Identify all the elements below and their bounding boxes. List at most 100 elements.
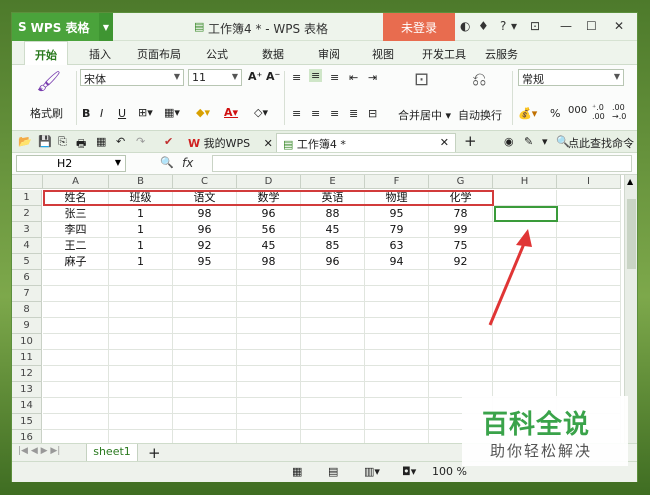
- align-center-icon[interactable]: ≡: [311, 107, 320, 120]
- cell-i2[interactable]: [557, 206, 621, 222]
- close-icon[interactable]: ✕: [264, 137, 273, 150]
- cell-d14[interactable]: [237, 398, 301, 414]
- zoom-level[interactable]: 100 %: [432, 465, 467, 478]
- italic-icon[interactable]: I: [100, 107, 103, 120]
- reading-mode-icon[interactable]: ◘▾: [402, 465, 416, 478]
- cell-f11[interactable]: [365, 350, 429, 366]
- cell-a15[interactable]: [43, 414, 109, 430]
- cell-i11[interactable]: [557, 350, 621, 366]
- cell-f2[interactable]: 95: [365, 206, 429, 222]
- print-icon[interactable]: 🖶: [76, 135, 86, 154]
- tab-cloud[interactable]: 云服务: [485, 46, 518, 62]
- distribute-icon[interactable]: ⊟: [368, 107, 377, 120]
- skin-icon[interactable]: ◐: [460, 19, 470, 33]
- column-header-e[interactable]: E: [301, 175, 365, 189]
- chevron-down-icon[interactable]: ▾: [511, 19, 517, 33]
- cell-d7[interactable]: [237, 286, 301, 302]
- increase-decimal-icon[interactable]: ⁺.0.00: [592, 103, 605, 121]
- cell-b9[interactable]: [109, 318, 173, 334]
- tab-review[interactable]: 审阅: [318, 46, 340, 62]
- selected-cell-h2[interactable]: [494, 206, 558, 222]
- help-icon[interactable]: ?: [500, 19, 506, 33]
- increase-font-icon[interactable]: A⁺: [248, 70, 262, 83]
- cell-e2[interactable]: 88: [301, 206, 365, 222]
- tab-workbook[interactable]: ▤ 工作簿4 * ✕: [276, 133, 456, 152]
- page-layout-icon[interactable]: ▤: [328, 465, 338, 478]
- cell-d13[interactable]: [237, 382, 301, 398]
- cell-f16[interactable]: [365, 430, 429, 443]
- cell-b16[interactable]: [109, 430, 173, 443]
- cell-e11[interactable]: [301, 350, 365, 366]
- cell-d9[interactable]: [237, 318, 301, 334]
- cell-f8[interactable]: [365, 302, 429, 318]
- app-menu-button[interactable]: S WPS 表格 ▼: [12, 13, 113, 41]
- cell-c9[interactable]: [173, 318, 237, 334]
- cell-g11[interactable]: [429, 350, 493, 366]
- row-header-3[interactable]: 3: [12, 222, 42, 238]
- decrease-decimal-icon[interactable]: .00 →.0: [612, 103, 626, 121]
- cell-h12[interactable]: [493, 366, 557, 382]
- cell-e3[interactable]: 45: [301, 222, 365, 238]
- page-break-icon[interactable]: ▥▾: [364, 465, 380, 478]
- cell-d12[interactable]: [237, 366, 301, 382]
- cell-e5[interactable]: 96: [301, 254, 365, 270]
- cell-h1[interactable]: [493, 190, 557, 206]
- cell-d2[interactable]: 96: [237, 206, 301, 222]
- align-right-icon[interactable]: ≡: [330, 107, 339, 120]
- cell-b14[interactable]: [109, 398, 173, 414]
- cell-a12[interactable]: [43, 366, 109, 382]
- row-header-8[interactable]: 8: [12, 302, 42, 318]
- row-header-7[interactable]: 7: [12, 286, 42, 302]
- row-header-4[interactable]: 4: [12, 238, 42, 254]
- cell-c15[interactable]: [173, 414, 237, 430]
- cell-a9[interactable]: [43, 318, 109, 334]
- percent-button[interactable]: %: [550, 107, 560, 120]
- cell-a3[interactable]: 李四: [43, 222, 109, 238]
- row-header-16[interactable]: 16: [12, 430, 42, 443]
- cell-c11[interactable]: [173, 350, 237, 366]
- cell-d10[interactable]: [237, 334, 301, 350]
- command-search[interactable]: 点此查找命令: [568, 135, 634, 151]
- tab-formula[interactable]: 公式: [206, 46, 228, 62]
- sheet-nav-icons[interactable]: |◀ ◀ ▶ ▶|: [18, 446, 60, 456]
- number-format-select[interactable]: 常规 ▼: [518, 69, 624, 86]
- cell-f9[interactable]: [365, 318, 429, 334]
- cell-c13[interactable]: [173, 382, 237, 398]
- cell-d16[interactable]: [237, 430, 301, 443]
- share-icon[interactable]: ✎: [524, 135, 533, 148]
- cell-f12[interactable]: [365, 366, 429, 382]
- currency-icon[interactable]: 💰▾: [518, 107, 537, 120]
- cell-i1[interactable]: [557, 190, 621, 206]
- doc-icon[interactable]: ◉: [504, 135, 514, 148]
- clear-format-icon[interactable]: ◇▾: [254, 106, 268, 119]
- cell-e13[interactable]: [301, 382, 365, 398]
- column-header-f[interactable]: F: [365, 175, 429, 189]
- cell-e16[interactable]: [301, 430, 365, 443]
- cell-f5[interactable]: 94: [365, 254, 429, 270]
- shirt-icon[interactable]: ♦: [478, 19, 489, 33]
- font-color-icon[interactable]: A▾: [224, 106, 238, 119]
- cell-b13[interactable]: [109, 382, 173, 398]
- cell-f13[interactable]: [365, 382, 429, 398]
- minimize-icon[interactable]: —: [560, 19, 572, 33]
- cell-b4[interactable]: 1: [109, 238, 173, 254]
- cell-e7[interactable]: [301, 286, 365, 302]
- cell-a16[interactable]: [43, 430, 109, 443]
- cell-a10[interactable]: [43, 334, 109, 350]
- align-bottom-icon[interactable]: ≡: [330, 71, 339, 84]
- cell-b11[interactable]: [109, 350, 173, 366]
- cell-c14[interactable]: [173, 398, 237, 414]
- row-header-13[interactable]: 13: [12, 382, 42, 398]
- scroll-up-icon[interactable]: ▲: [627, 177, 633, 186]
- cell-h10[interactable]: [493, 334, 557, 350]
- cell-a4[interactable]: 王二: [43, 238, 109, 254]
- row-header-9[interactable]: 9: [12, 318, 42, 334]
- cell-a13[interactable]: [43, 382, 109, 398]
- cell-f15[interactable]: [365, 414, 429, 430]
- cell-b5[interactable]: 1: [109, 254, 173, 270]
- tab-mywps[interactable]: W 我的WPS ✕: [182, 133, 279, 152]
- cell-a14[interactable]: [43, 398, 109, 414]
- column-header-b[interactable]: B: [109, 175, 173, 189]
- cell-c4[interactable]: 92: [173, 238, 237, 254]
- cell-e4[interactable]: 85: [301, 238, 365, 254]
